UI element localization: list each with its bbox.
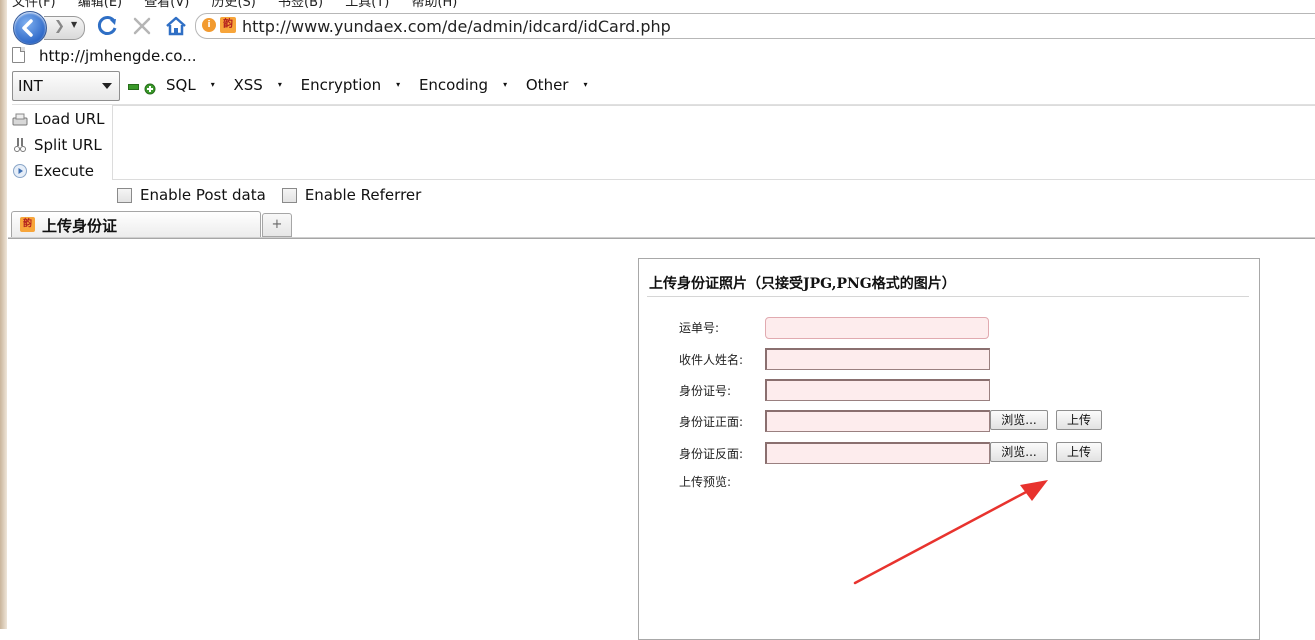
- upload-preview-label: 上传预览:: [679, 475, 732, 489]
- hackbar-actions: Load URL Split URL Execute: [12, 106, 105, 184]
- waybill-input[interactable]: [765, 317, 989, 339]
- forward-arrow-icon: ❯: [54, 19, 65, 34]
- content-divider: [8, 237, 1315, 238]
- plus-icon: +: [271, 217, 283, 232]
- hackbar-select-value: INT: [18, 77, 43, 95]
- recipient-name-input[interactable]: [765, 348, 990, 370]
- id-front-label: 身份证正面:: [679, 415, 744, 429]
- increment-icon[interactable]: [144, 80, 156, 95]
- home-icon: [166, 16, 186, 36]
- window-edge: [0, 0, 7, 629]
- stop-icon: [133, 17, 151, 35]
- annotation-arrow-icon: [853, 480, 1048, 585]
- hackbar-options: Enable Post data Enable Referrer: [117, 186, 421, 204]
- id-back-file-input[interactable]: [765, 442, 990, 464]
- site-identity-icon[interactable]: i: [202, 18, 216, 32]
- bookmark-label: http://jmhengde.co...: [39, 47, 197, 65]
- decrement-icon[interactable]: [128, 84, 139, 90]
- tab-bar: 韵 上传身份证 +: [8, 210, 1315, 239]
- bookmark-item[interactable]: http://jmhengde.co...: [12, 47, 196, 67]
- load-url-button[interactable]: Load URL: [12, 106, 105, 132]
- home-button[interactable]: [164, 14, 188, 38]
- enable-referrer-label: Enable Referrer: [304, 186, 422, 204]
- page-icon: [12, 47, 25, 63]
- id-back-label: 身份证反面:: [679, 447, 744, 461]
- title-divider: [647, 296, 1249, 297]
- id-front-browse-button[interactable]: 浏览...: [990, 410, 1048, 430]
- id-number-label: 身份证号:: [679, 384, 732, 398]
- id-back-upload-button[interactable]: 上传: [1056, 442, 1102, 462]
- menu-xss[interactable]: XSS ▾: [233, 76, 281, 94]
- back-button[interactable]: [13, 11, 47, 45]
- stop-button[interactable]: [130, 14, 154, 38]
- menu-sql[interactable]: SQL ▾: [166, 76, 215, 94]
- menu-encryption[interactable]: Encryption ▾: [301, 76, 401, 94]
- forward-button[interactable]: ❯ ▼: [44, 16, 85, 40]
- enable-post-checkbox[interactable]: [117, 187, 132, 203]
- hackbar-menus: SQL ▾ XSS ▾ Encryption ▾ Encoding ▾ Other ▾: [166, 76, 601, 94]
- site-favicon-icon: 韵: [220, 17, 236, 33]
- site-favicon-icon: 韵: [20, 217, 35, 232]
- page-title: 上传身份证照片（只接受JPG,PNG格式的图片）: [649, 276, 956, 292]
- load-url-icon: [12, 111, 28, 127]
- tab-title: 上传身份证: [42, 217, 118, 235]
- reload-icon: [97, 16, 117, 35]
- history-dropdown-icon[interactable]: ▼: [71, 20, 77, 29]
- chevron-down-icon: [102, 83, 112, 89]
- id-front-upload-button[interactable]: 上传: [1056, 410, 1102, 430]
- back-arrow-icon: [22, 19, 33, 37]
- address-bar[interactable]: i 韵 http://www.yundaex.com/de/admin/idca…: [195, 13, 1315, 39]
- hackbar-url-textarea[interactable]: [112, 105, 1315, 180]
- enable-referrer-checkbox[interactable]: [281, 187, 297, 203]
- id-front-file-input[interactable]: [765, 410, 990, 432]
- id-back-browse-button[interactable]: 浏览...: [990, 442, 1048, 462]
- split-url-icon: [12, 137, 28, 153]
- reload-button[interactable]: [96, 14, 120, 38]
- recipient-name-label: 收件人姓名:: [679, 353, 744, 367]
- split-url-button[interactable]: Split URL: [12, 132, 105, 158]
- enable-post-label: Enable Post data: [140, 186, 266, 204]
- menu-other[interactable]: Other ▾: [526, 76, 588, 94]
- execute-icon: [12, 163, 28, 179]
- address-url[interactable]: http://www.yundaex.com/de/admin/idcard/i…: [242, 17, 671, 36]
- id-number-input[interactable]: [765, 379, 990, 401]
- new-tab-button[interactable]: +: [262, 213, 292, 237]
- menu-encoding[interactable]: Encoding ▾: [419, 76, 507, 94]
- execute-button[interactable]: Execute: [12, 158, 105, 184]
- navigation-toolbar: ❯ ▼ i 韵 http://www.yundaex.com/de/admin/…: [8, 8, 1315, 45]
- waybill-label: 运单号:: [679, 321, 720, 335]
- tab-upload-id[interactable]: 韵 上传身份证: [11, 211, 261, 238]
- hackbar-type-select[interactable]: INT: [12, 71, 120, 101]
